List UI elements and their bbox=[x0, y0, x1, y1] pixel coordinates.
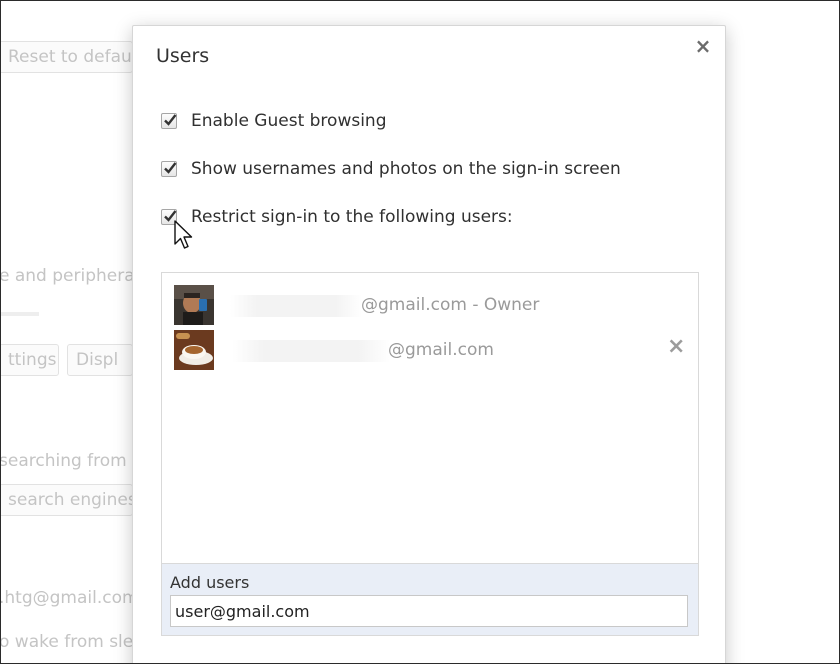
checkbox-show-usernames[interactable] bbox=[161, 161, 177, 177]
option-label: Show usernames and photos on the sign-in… bbox=[191, 159, 621, 179]
add-user-input[interactable] bbox=[170, 595, 688, 627]
option-label: Restrict sign-in to the following users: bbox=[191, 207, 513, 227]
user-email: @gmail.com - Owner bbox=[361, 295, 540, 315]
allowed-users-list: @gmail.com - Owner @gmail.com × Add user… bbox=[161, 272, 699, 636]
checkmark-icon bbox=[164, 114, 177, 126]
user-row[interactable]: @gmail.com × bbox=[172, 330, 692, 370]
screen: Reset to default e and peripherals tting… bbox=[0, 0, 840, 664]
coffee-cup-photo-icon bbox=[174, 330, 214, 370]
display-button: Displ bbox=[67, 344, 133, 376]
close-icon: × bbox=[694, 34, 712, 58]
user-name-redacted bbox=[232, 340, 390, 362]
dialog-title: Users bbox=[156, 45, 210, 67]
settings-button: ttings bbox=[1, 344, 59, 376]
manage-search-engines-button: search engines... bbox=[1, 484, 133, 516]
wake-from-sleep-text: o wake from slee bbox=[0, 632, 144, 652]
user-avatar bbox=[174, 330, 214, 370]
user-avatar bbox=[174, 285, 214, 325]
person-photo-icon bbox=[174, 285, 214, 325]
option-show-usernames-photos[interactable]: Show usernames and photos on the sign-in… bbox=[161, 157, 621, 181]
divider bbox=[1, 312, 39, 316]
mouse-pointer-icon bbox=[174, 220, 193, 249]
option-enable-guest-browsing[interactable]: Enable Guest browsing bbox=[161, 109, 387, 133]
user-email: @gmail.com bbox=[388, 340, 494, 360]
settings-label: ttings bbox=[8, 350, 57, 370]
remove-user-button[interactable]: × bbox=[667, 334, 685, 359]
close-icon: × bbox=[667, 334, 686, 359]
user-row-owner[interactable]: @gmail.com - Owner bbox=[172, 285, 692, 325]
reset-to-default-button: Reset to default bbox=[1, 41, 133, 73]
checkmark-icon bbox=[164, 162, 177, 174]
reset-to-default-label: Reset to default bbox=[8, 47, 133, 67]
display-label: Displ bbox=[76, 350, 119, 370]
option-restrict-sign-in[interactable]: Restrict sign-in to the following users: bbox=[161, 205, 513, 229]
search-engines-label: search engines... bbox=[8, 490, 132, 510]
user-name-redacted bbox=[230, 295, 362, 317]
users-dialog: Users × Enable Guest browsing Show usern… bbox=[132, 25, 726, 663]
checkbox-enable-guest[interactable] bbox=[161, 113, 177, 129]
add-users-section: Add users bbox=[162, 563, 698, 635]
search-section-text: searching from bbox=[0, 451, 127, 471]
device-section-text: e and peripherals bbox=[0, 266, 149, 286]
add-users-label: Add users bbox=[170, 573, 250, 592]
account-email-text: .htg@gmail.com bbox=[0, 588, 139, 608]
option-label: Enable Guest browsing bbox=[191, 111, 387, 131]
close-dialog-button[interactable]: × bbox=[693, 36, 713, 56]
